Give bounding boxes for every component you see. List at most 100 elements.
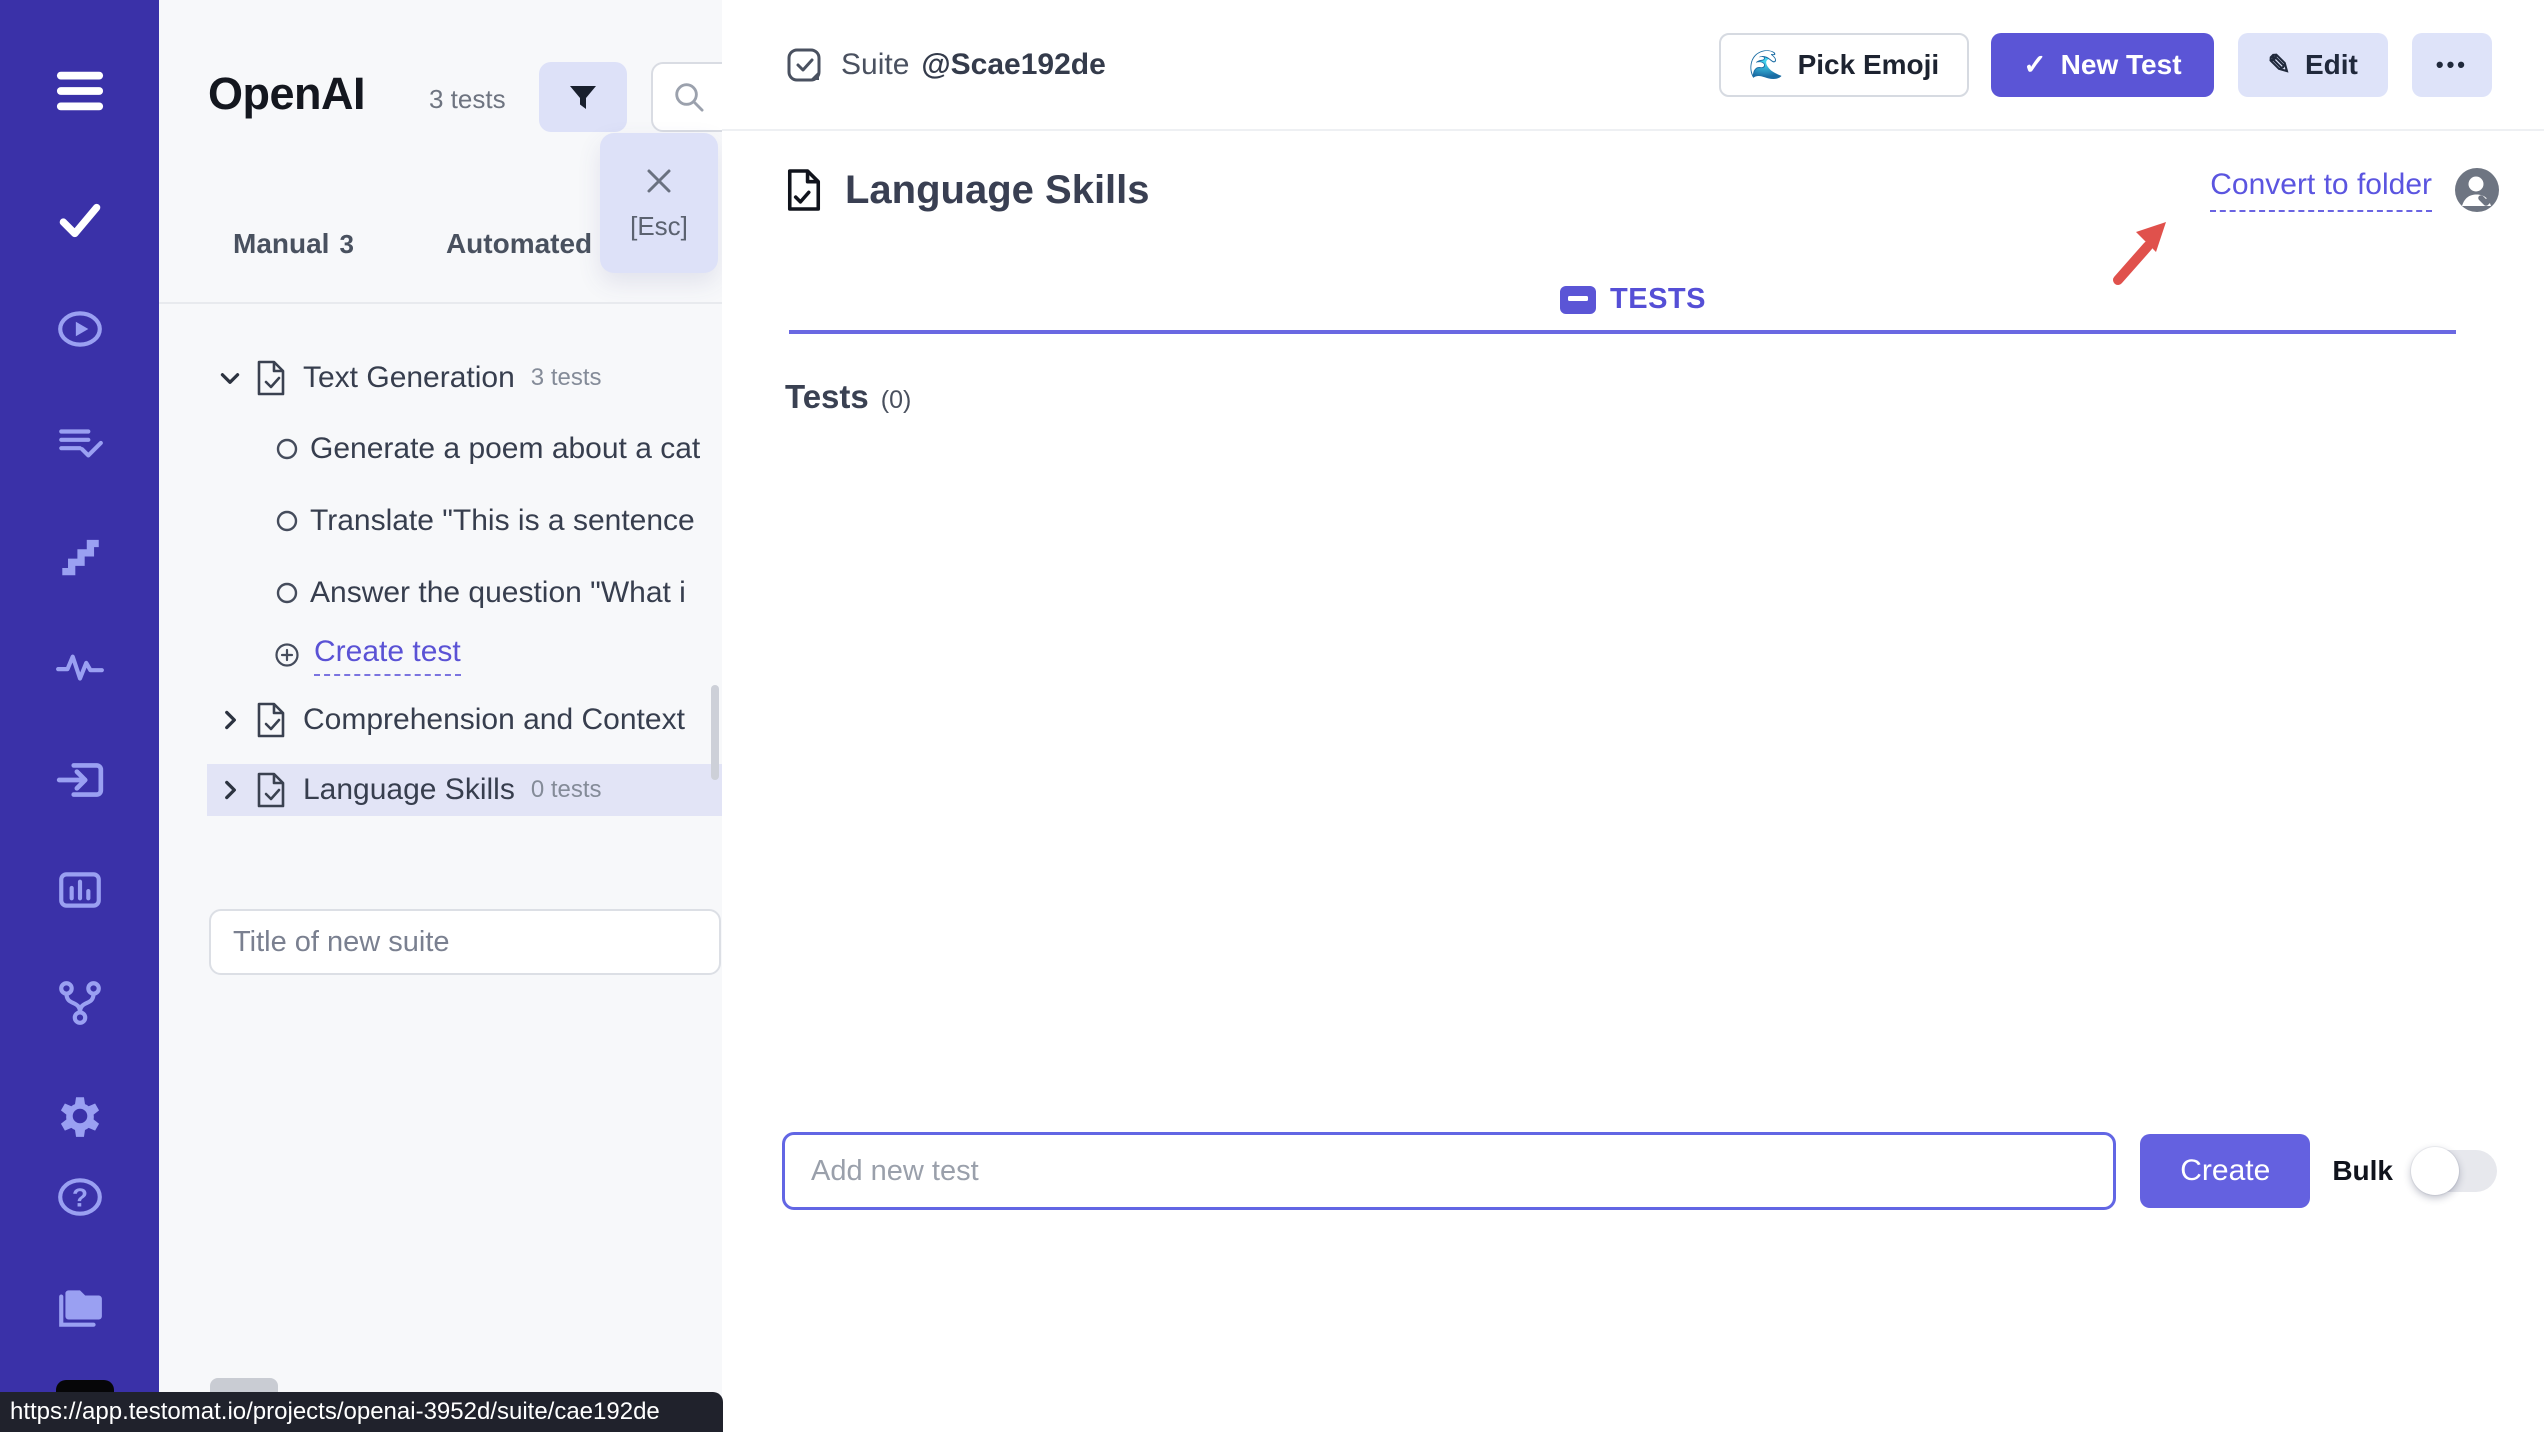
suite-topbar: Suite @Scae192de 🌊 Pick Emoji ✓ New Test… (722, 0, 2544, 131)
hamburger-menu-icon (55, 69, 105, 113)
chevron-right-icon[interactable] (217, 777, 243, 803)
active-tab-underline (789, 330, 2456, 334)
new-suite-title-input[interactable] (209, 909, 721, 975)
convert-to-folder-link[interactable]: Convert to folder (2210, 168, 2432, 212)
filter-funnel-icon (565, 79, 601, 115)
suite-label: Comprehension and Context (303, 703, 685, 737)
tab-automated[interactable]: Automated (446, 228, 592, 260)
suite-doc-icon (255, 771, 287, 809)
add-test-row: Create Bulk (782, 1132, 2497, 1210)
chevron-down-icon[interactable] (217, 365, 243, 391)
tab-manual-label: Manual (233, 228, 329, 259)
toggle-knob[interactable] (2411, 1147, 2459, 1195)
app-sidebar: ? (0, 0, 159, 1432)
suite-doc-icon (255, 359, 287, 397)
test-label: Translate "This is a sentence (310, 504, 695, 538)
sidebar-item-help[interactable]: ? (55, 1172, 105, 1222)
suites-panel: OpenAI 3 tests [Esc] Manual 3 Automated T… (159, 0, 722, 1432)
new-test-button[interactable]: ✓ New Test (1991, 33, 2213, 97)
import-arrow-icon (55, 755, 105, 805)
search-input[interactable] (707, 82, 722, 113)
sidebar-item-analytics[interactable] (55, 865, 105, 915)
suite-check-icon (785, 46, 823, 84)
suite-label: Language Skills (303, 773, 515, 807)
suite-doc-icon (255, 701, 287, 739)
edit-button[interactable]: ✎ Edit (2238, 33, 2388, 97)
suite-detail-main: Suite @Scae192de 🌊 Pick Emoji ✓ New Test… (722, 0, 2544, 1432)
steps-icon (55, 531, 105, 581)
circle-plus-icon (274, 642, 302, 668)
status-url: https://app.testomat.io/projects/openai-… (10, 1398, 660, 1426)
tab-manual-count: 3 (339, 229, 353, 259)
tree-test-translate[interactable]: Translate "This is a sentence (207, 497, 722, 545)
tests-heading: Tests (0) (785, 378, 911, 416)
test-status-circle-icon (276, 582, 298, 604)
sidebar-item-projects[interactable] (55, 1282, 105, 1332)
pick-emoji-button[interactable]: 🌊 Pick Emoji (1719, 33, 1970, 97)
tab-automated-label: Automated (446, 228, 592, 259)
tests-card-icon (1560, 286, 1596, 314)
tree-test-generate-poem[interactable]: Generate a poem about a cat (207, 425, 722, 473)
sidebar-item-settings[interactable] (55, 1091, 105, 1141)
project-title: OpenAI (208, 68, 365, 120)
filter-button[interactable] (539, 62, 627, 132)
suite-id-badge: @Scae192de (921, 48, 1105, 82)
create-test-link[interactable]: Create test (314, 635, 461, 676)
tree-scrollbar-thumb[interactable] (711, 685, 719, 780)
test-label: Answer the question "What i (310, 576, 686, 610)
chevron-right-icon[interactable] (217, 707, 243, 733)
suite-count: 0 tests (531, 776, 602, 804)
panel-tabs: Manual 3 Automated (233, 228, 592, 260)
sidebar-item-pulse[interactable] (55, 641, 105, 691)
tabs-divider (159, 302, 722, 304)
tests-heading-label: Tests (785, 378, 869, 416)
user-check-avatar[interactable] (2454, 167, 2500, 213)
list-check-icon (55, 419, 105, 469)
add-test-input[interactable] (782, 1132, 2116, 1210)
doc-check-icon (785, 167, 823, 213)
sidebar-item-tests[interactable] (55, 195, 105, 245)
create-button[interactable]: Create (2140, 1134, 2310, 1208)
tree-suite-text-generation[interactable]: Text Generation 3 tests (207, 354, 722, 402)
test-status-circle-icon (276, 510, 298, 532)
esc-hint-label: [Esc] (630, 211, 688, 242)
help-circle-icon: ? (55, 1172, 105, 1222)
search-icon (671, 79, 707, 115)
tab-tests[interactable]: TESTS (722, 283, 2544, 316)
bulk-toggle[interactable] (2413, 1150, 2497, 1192)
search-box[interactable] (651, 62, 722, 132)
new-test-label: New Test (2061, 49, 2182, 81)
sidebar-item-runs[interactable] (55, 304, 105, 354)
suite-label: Text Generation (303, 361, 515, 395)
gear-icon (55, 1091, 105, 1141)
sidebar-item-branches[interactable] (55, 977, 105, 1027)
tree-test-answer-question[interactable]: Answer the question "What i (207, 569, 722, 617)
ellipsis-icon: ••• (2436, 52, 2468, 78)
git-branch-icon (55, 977, 105, 1027)
pick-emoji-label: Pick Emoji (1798, 49, 1940, 81)
filter-close-popup: [Esc] (600, 133, 718, 273)
more-actions-button[interactable]: ••• (2412, 33, 2492, 97)
sidebar-item-import[interactable] (55, 755, 105, 805)
suite-word: Suite (841, 48, 909, 82)
wave-emoji-icon: 🌊 (1749, 48, 1784, 81)
close-icon[interactable] (643, 165, 675, 197)
bar-chart-icon (55, 865, 105, 915)
check-icon (55, 195, 105, 245)
suite-title-row: Language Skills Convert to folder (785, 160, 2500, 220)
tree-create-test[interactable]: Create test (207, 631, 722, 679)
check-icon: ✓ (2023, 48, 2046, 81)
suite-badge: Suite @Scae192de (785, 46, 1106, 84)
project-tests-count: 3 tests (429, 84, 506, 115)
edit-label: Edit (2305, 49, 2358, 81)
tab-manual[interactable]: Manual 3 (233, 228, 354, 260)
sidebar-item-menu[interactable] (55, 66, 105, 116)
tree-suite-comprehension[interactable]: Comprehension and Context (207, 696, 722, 744)
page-title: Language Skills (845, 168, 1150, 213)
test-status-circle-icon (276, 438, 298, 460)
sidebar-item-plans[interactable] (55, 419, 105, 469)
tree-suite-language-skills[interactable]: Language Skills 0 tests (207, 764, 722, 816)
activity-pulse-icon (55, 641, 105, 691)
suite-count: 3 tests (531, 364, 602, 392)
sidebar-item-milestones[interactable] (55, 531, 105, 581)
